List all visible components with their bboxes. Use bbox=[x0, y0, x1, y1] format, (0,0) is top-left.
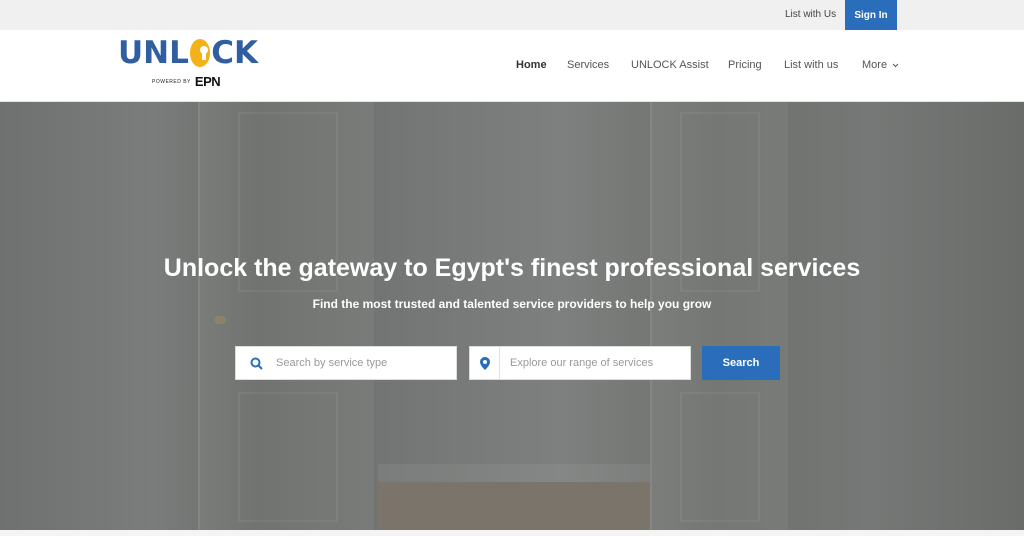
search-icon bbox=[236, 357, 276, 370]
main-header: UNL CK POWERED BY EPN Home Services UNLOC… bbox=[0, 30, 1024, 102]
main-nav: Home Services UNLOCK Assist Pricing List… bbox=[0, 59, 1024, 73]
nav-services[interactable]: Services bbox=[567, 59, 609, 71]
chevron-down-icon bbox=[892, 63, 899, 67]
location-search-box[interactable] bbox=[469, 346, 691, 380]
hero-title: Unlock the gateway to Egypt's finest pro… bbox=[163, 254, 861, 282]
list-with-us-link[interactable]: List with Us bbox=[785, 9, 836, 20]
nav-pricing[interactable]: Pricing bbox=[728, 59, 762, 71]
floor bbox=[378, 482, 650, 530]
map-pin-icon bbox=[470, 346, 500, 380]
sign-in-button[interactable]: Sign In bbox=[845, 0, 897, 31]
nav-list-with-us[interactable]: List with us bbox=[784, 59, 838, 71]
page-bottom-strip bbox=[0, 530, 1024, 536]
door-knob bbox=[214, 316, 226, 324]
nav-more[interactable]: More bbox=[862, 59, 899, 71]
hero-subtitle: Find the most trusted and talented servi… bbox=[312, 297, 712, 311]
top-bar: List with Us Sign In bbox=[0, 0, 1024, 31]
nav-unlock-assist[interactable]: UNLOCK Assist bbox=[631, 59, 709, 71]
powered-by: POWERED BY EPN bbox=[152, 74, 221, 89]
service-search-box[interactable] bbox=[235, 346, 457, 380]
hero-section: Unlock the gateway to Egypt's finest pro… bbox=[0, 102, 1024, 530]
service-search-input[interactable] bbox=[276, 357, 446, 369]
location-search-input[interactable] bbox=[510, 357, 680, 369]
epn-brand: EPN bbox=[194, 74, 221, 89]
nav-home[interactable]: Home bbox=[516, 59, 547, 71]
search-button[interactable]: Search bbox=[702, 346, 780, 380]
